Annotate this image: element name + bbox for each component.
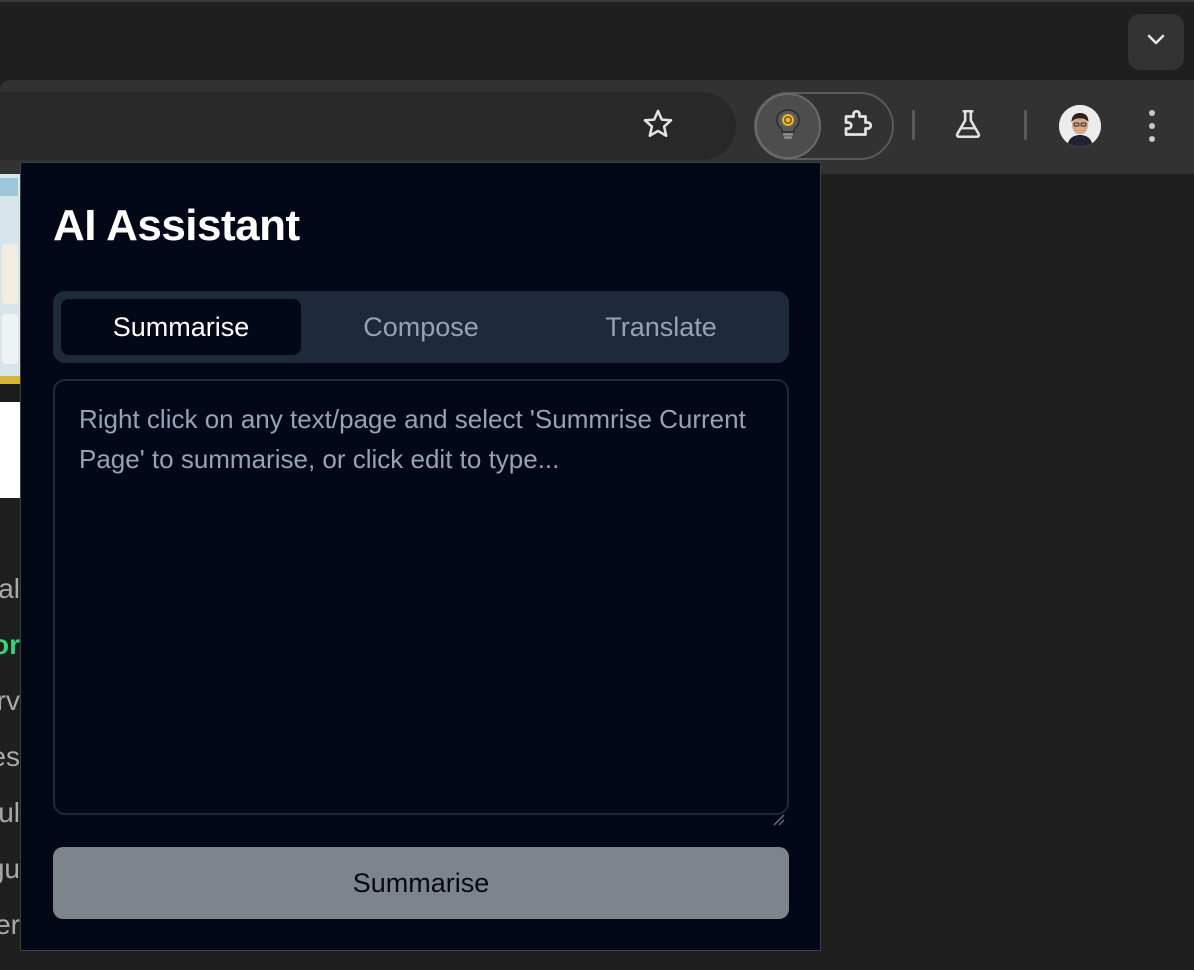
extension-popup: AI Assistant Summarise Compose Translate… (20, 162, 821, 951)
star-icon (641, 107, 675, 146)
page-text-fragment: ul (0, 797, 20, 828)
summarise-button[interactable]: Summarise (53, 847, 789, 919)
toolbar-divider (912, 110, 915, 140)
page-image-fragment (0, 174, 20, 384)
ai-assistant-extension-button[interactable] (755, 93, 821, 159)
tab-search-button[interactable] (1128, 14, 1184, 70)
page-white-block (0, 402, 20, 498)
puzzle-icon (840, 106, 876, 147)
extension-pill (754, 92, 894, 160)
tab-summarise[interactable]: Summarise (61, 299, 301, 355)
tab-strip (0, 0, 1194, 80)
resize-grip-icon[interactable] (771, 797, 785, 826)
extensions-button[interactable] (834, 102, 882, 150)
profile-avatar[interactable] (1059, 105, 1101, 147)
page-text-fragment: es (0, 741, 20, 772)
labs-button[interactable] (944, 102, 992, 150)
page-text-fragment: al (0, 573, 20, 604)
page-text-fragment: rv (0, 685, 20, 716)
browser-toolbar (0, 80, 1194, 174)
bookmark-button[interactable] (630, 104, 686, 148)
input-textarea[interactable]: Right click on any text/page and select … (53, 379, 789, 826)
toolbar-divider (1024, 110, 1027, 140)
page-text-fragment: er (0, 909, 20, 940)
address-bar[interactable] (0, 92, 736, 160)
chevron-down-icon (1146, 33, 1166, 52)
flask-icon (951, 107, 985, 146)
popup-title: AI Assistant (53, 201, 300, 250)
lightbulb-icon (773, 107, 803, 146)
page-text-fragment: or (0, 629, 20, 660)
mode-tabs: Summarise Compose Translate (53, 291, 789, 363)
browser-window: al or rv es ul gu er AI Assistant Summar… (0, 0, 1194, 970)
tab-compose[interactable]: Compose (301, 299, 541, 355)
browser-menu-button[interactable] (1136, 104, 1168, 148)
tab-translate[interactable]: Translate (541, 299, 781, 355)
page-text-fragment: gu (0, 853, 20, 884)
textarea-placeholder: Right click on any text/page and select … (79, 404, 746, 474)
